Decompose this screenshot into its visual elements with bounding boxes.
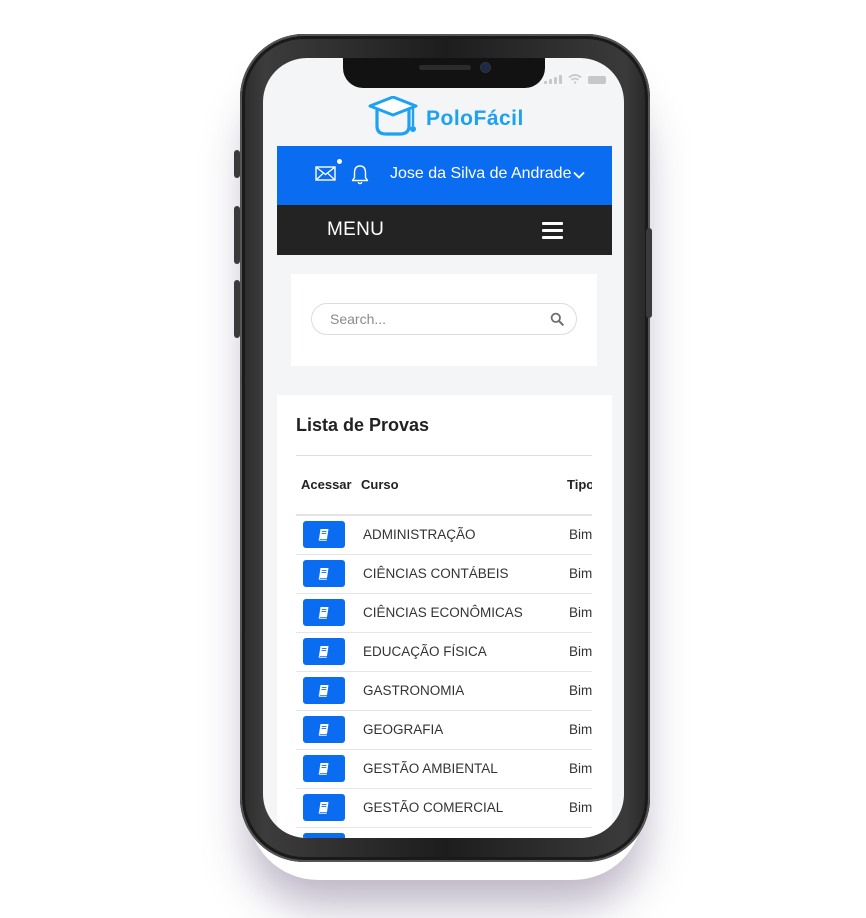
access-exam-button[interactable] xyxy=(303,560,345,587)
course-name: GASTRONOMIA xyxy=(363,683,465,698)
exam-type: Bim xyxy=(569,644,592,659)
phone-volume-up-button xyxy=(234,206,240,264)
course-name: GESTÃO AMBIENTAL xyxy=(363,761,498,776)
search-card xyxy=(291,274,597,366)
table-body: ADMINISTRAÇÃO Bim CIÊNCIAS CONTÁBEIS Bim CIÊ… xyxy=(296,516,592,838)
exam-type: Bim xyxy=(569,761,592,776)
chevron-down-icon[interactable] xyxy=(573,171,585,179)
book-icon xyxy=(318,802,329,814)
course-name: GEOGRAFIA xyxy=(363,722,444,737)
exam-type: Bim xyxy=(569,722,592,737)
exam-type: Bim xyxy=(569,605,592,620)
table-row: EDUCAÇÃO FÍSICA Bim xyxy=(296,633,592,672)
table-header: Acessar Curso Tipo xyxy=(296,456,592,516)
access-exam-button[interactable] xyxy=(303,599,345,626)
table-row: GASTRONOMIA Bim xyxy=(296,672,592,711)
course-name: CIÊNCIAS CONTÁBEIS xyxy=(363,566,509,581)
menu-label[interactable]: MENU xyxy=(327,219,384,241)
exam-type: Bim xyxy=(569,527,592,542)
column-header-acessar: Acessar xyxy=(301,477,352,492)
book-icon xyxy=(318,763,329,775)
table-row: ADMINISTRAÇÃO Bim xyxy=(296,516,592,555)
status-bar-icons xyxy=(544,74,606,84)
bell-icon[interactable] xyxy=(351,164,369,185)
access-exam-button[interactable] xyxy=(303,833,345,838)
table-row: GESTÃO COMERCIAL Bim xyxy=(296,789,592,828)
book-icon xyxy=(318,568,329,580)
access-exam-button[interactable] xyxy=(303,716,345,743)
book-icon xyxy=(318,685,329,697)
table-row: GEOGRAFIA Bim xyxy=(296,711,592,750)
mail-icon[interactable] xyxy=(315,166,336,181)
front-camera xyxy=(481,63,490,72)
course-name: ADMINISTRAÇÃO xyxy=(363,527,476,542)
signal-icon xyxy=(544,75,562,84)
table-row: CIÊNCIAS ECONÔMICAS Bim xyxy=(296,594,592,633)
column-header-tipo: Tipo xyxy=(567,477,592,492)
speaker xyxy=(419,65,471,70)
course-name: CIÊNCIAS ECONÔMICAS xyxy=(363,605,523,620)
table-row xyxy=(296,828,592,838)
book-icon xyxy=(318,607,329,619)
exam-type: Bim xyxy=(569,566,592,581)
book-icon xyxy=(318,724,329,736)
phone-power-button xyxy=(646,228,652,318)
access-exam-button[interactable] xyxy=(303,638,345,665)
column-header-curso: Curso xyxy=(361,477,399,492)
access-exam-button[interactable] xyxy=(303,794,345,821)
table-row: GESTÃO AMBIENTAL Bim xyxy=(296,750,592,789)
exam-list-card: Lista de Provas Acessar Curso Tipo ADMIN… xyxy=(277,395,612,838)
access-exam-button[interactable] xyxy=(303,677,345,704)
phone-screen: PoloFácil Jose da Silva de Andrade MENU xyxy=(263,58,624,838)
search-icon[interactable] xyxy=(550,312,564,326)
brand-logo[interactable]: PoloFácil xyxy=(366,96,524,142)
wifi-icon xyxy=(568,74,582,84)
hamburger-icon[interactable] xyxy=(542,222,563,243)
notification-dot xyxy=(337,159,342,164)
course-name: GESTÃO COMERCIAL xyxy=(363,800,504,815)
access-exam-button[interactable] xyxy=(303,521,345,548)
search-box xyxy=(311,303,577,335)
user-name[interactable]: Jose da Silva de Andrade xyxy=(390,165,571,183)
table-row: CIÊNCIAS CONTÁBEIS Bim xyxy=(296,555,592,594)
exam-table: Acessar Curso Tipo ADMINISTRAÇÃO Bim CIÊNC… xyxy=(296,456,592,838)
user-header-bar: Jose da Silva de Andrade xyxy=(277,146,612,205)
brand-name: PoloFácil xyxy=(426,107,524,130)
phone-volume-down-button xyxy=(234,280,240,338)
list-title: Lista de Provas xyxy=(296,415,430,435)
book-icon xyxy=(318,646,329,658)
exam-type: Bim xyxy=(569,683,592,698)
menu-bar: MENU xyxy=(277,205,612,255)
battery-icon xyxy=(588,76,606,84)
book-icon xyxy=(318,529,329,541)
search-input[interactable] xyxy=(330,310,540,328)
exam-type: Bim xyxy=(569,800,592,815)
course-name: EDUCAÇÃO FÍSICA xyxy=(363,644,487,659)
graduation-cap-icon xyxy=(368,96,418,136)
access-exam-button[interactable] xyxy=(303,755,345,782)
phone-side-button xyxy=(234,150,240,178)
phone-notch xyxy=(343,58,545,88)
